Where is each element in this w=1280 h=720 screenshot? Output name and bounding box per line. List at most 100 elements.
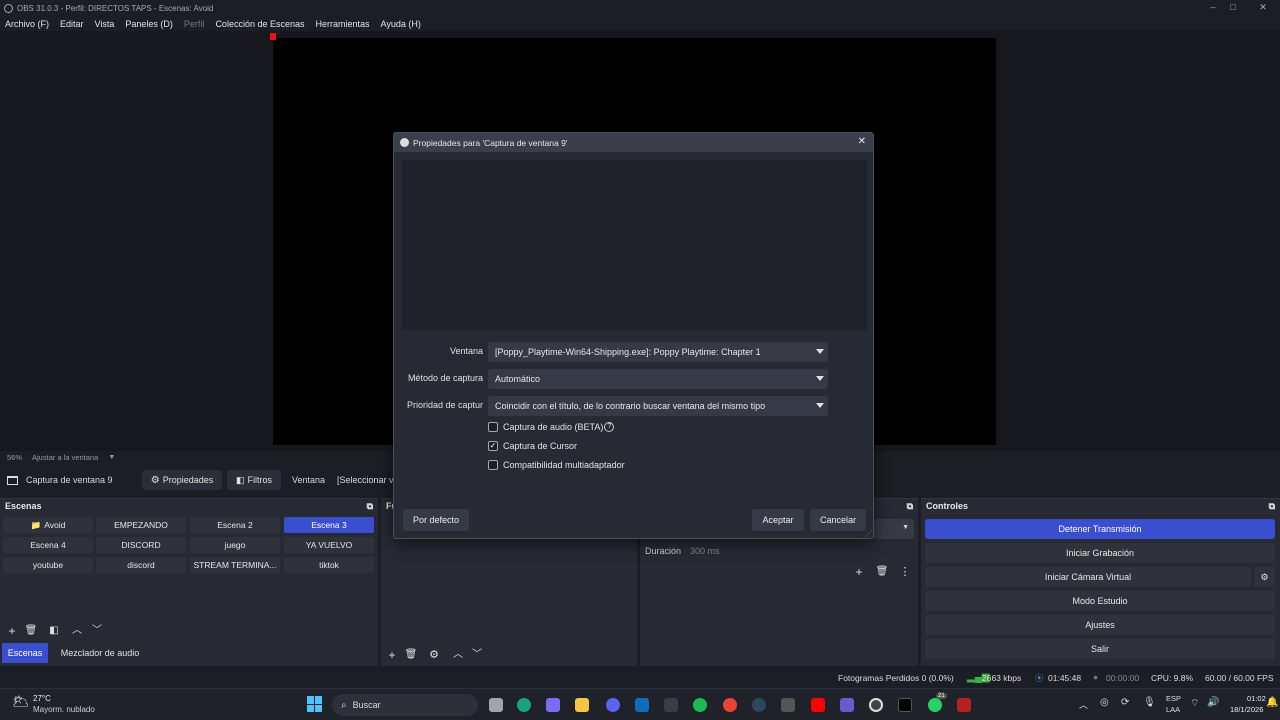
undock-icon[interactable]: ⧉	[1269, 501, 1275, 512]
multiadapter-checkbox[interactable]: Compatibilidad multiadaptador	[488, 460, 625, 470]
language-layout[interactable]: LAA	[1166, 705, 1180, 714]
app-icon[interactable]	[781, 698, 795, 712]
bell-icon[interactable]: 🔔	[1266, 697, 1278, 708]
explorer-icon[interactable]	[575, 698, 589, 712]
add-icon[interactable]: +	[4, 623, 20, 639]
ok-button[interactable]: Aceptar	[752, 509, 804, 531]
windows-start-icon[interactable]	[307, 696, 323, 712]
obs-icon[interactable]	[869, 698, 883, 712]
outlook-icon[interactable]	[635, 698, 649, 712]
capture-method-select[interactable]: Automático	[488, 369, 828, 389]
virtual-camera-button[interactable]: Iniciar Cámara Virtual	[925, 567, 1251, 587]
scene-item[interactable]: Escena 4	[3, 537, 93, 553]
clock-time[interactable]: 01:02	[1247, 694, 1266, 703]
audio-capture-checkbox[interactable]: Captura de audio (BETA) ?	[488, 422, 615, 432]
gear-icon[interactable]: ⚙	[1254, 567, 1275, 587]
sync-icon[interactable]: ⟳	[1121, 697, 1129, 708]
scene-item[interactable]: DISCORD	[96, 537, 186, 553]
menu-coleccion[interactable]: Colección de Escenas	[215, 19, 304, 29]
app-tray-icon[interactable]: ◎	[1100, 697, 1109, 708]
resize-grip-icon[interactable]: ⋰	[865, 530, 872, 538]
defaults-button[interactable]: Por defecto	[403, 509, 469, 531]
menu-paneles[interactable]: Paneles (D)	[125, 19, 173, 29]
filters-button[interactable]: ◧ Filtros	[227, 470, 281, 490]
exit-button[interactable]: Salir	[925, 639, 1275, 659]
menu-perfil[interactable]: Perfil	[184, 19, 205, 29]
language-code[interactable]: ESP	[1166, 694, 1181, 703]
window-select[interactable]: [Poppy_Playtime-Win64-Shipping.exe]: Pop…	[488, 342, 828, 362]
transition-select[interactable]: ▼	[874, 519, 914, 539]
cancel-button[interactable]: Cancelar	[810, 509, 866, 531]
scene-item[interactable]: STREAM TERMINA...	[190, 557, 280, 573]
zoom-mode[interactable]: Ajustar a la ventana	[32, 453, 98, 462]
edge-icon[interactable]	[517, 698, 531, 712]
spotify-icon[interactable]	[693, 698, 707, 712]
settings-button[interactable]: Ajustes	[925, 615, 1275, 635]
checkmark-icon[interactable]: ✓	[488, 441, 498, 451]
scene-item[interactable]: tiktok	[284, 557, 374, 573]
menu-vista[interactable]: Vista	[95, 19, 115, 29]
scene-item[interactable]: EMPEZANDO	[96, 517, 186, 533]
priority-select[interactable]: Coincidir con el título, de lo contrario…	[488, 396, 828, 416]
discord-icon[interactable]	[606, 698, 620, 712]
menu-ayuda[interactable]: Ayuda (H)	[381, 19, 421, 29]
menu-editar[interactable]: Editar	[60, 19, 84, 29]
undock-icon[interactable]: ⧉	[907, 501, 913, 512]
filter-icon[interactable]: ◧	[46, 623, 62, 639]
chevron-up-icon[interactable]: ︿	[69, 623, 85, 639]
volume-icon[interactable]: 🔊	[1207, 697, 1219, 708]
chevron-down-icon[interactable]: ﹀	[469, 647, 485, 663]
checkbox-box[interactable]	[488, 422, 498, 432]
chrome-icon[interactable]	[723, 698, 737, 712]
network-icon[interactable]: ⌔	[1190, 697, 1199, 710]
store-icon[interactable]	[664, 698, 678, 712]
microphone-icon[interactable]: 🎙	[1143, 697, 1156, 708]
steam-icon[interactable]	[752, 698, 766, 712]
trash-icon[interactable]: 🗑	[874, 564, 890, 580]
start-recording-button[interactable]: Iniciar Grabación	[925, 543, 1275, 563]
copilot-icon[interactable]	[546, 698, 560, 712]
whatsapp-icon[interactable]	[928, 698, 942, 712]
clock-date[interactable]: 18/1/2026	[1230, 705, 1263, 714]
tab-scenes[interactable]: Escenas	[2, 643, 48, 663]
window-select[interactable]: [Seleccionar ve	[337, 475, 399, 485]
chevron-down-icon[interactable]: ▼	[108, 454, 115, 461]
maximize-button[interactable]: □	[1216, 0, 1250, 16]
app-icon[interactable]	[840, 698, 854, 712]
trash-icon[interactable]: 🗑	[23, 623, 39, 639]
chevron-up-icon[interactable]: ︿	[1079, 698, 1088, 711]
close-window-button[interactable]: ✕	[1246, 0, 1280, 16]
chevron-down-icon[interactable]: ﹀	[89, 623, 105, 639]
studio-mode-button[interactable]: Modo Estudio	[925, 591, 1275, 611]
cursor-capture-checkbox[interactable]: ✓ Captura de Cursor	[488, 441, 577, 451]
menu-archivo[interactable]: Archivo (F)	[5, 19, 49, 29]
duration-input[interactable]: 300 ms	[686, 542, 914, 560]
properties-button[interactable]: ⚙ Propiedades	[142, 470, 222, 490]
undock-icon[interactable]: ⧉	[367, 501, 373, 512]
app-icon[interactable]	[957, 698, 971, 712]
taskbar-search[interactable]: ⌕ Buscar	[332, 694, 478, 716]
tab-audio-mixer[interactable]: Mezclador de audio	[54, 643, 146, 663]
chevron-up-icon[interactable]: ︿	[450, 647, 466, 663]
add-icon[interactable]: +	[384, 647, 400, 663]
stop-stream-button[interactable]: Detener Transmisión	[925, 519, 1275, 539]
help-icon[interactable]: ?	[604, 422, 615, 432]
scene-item-selected[interactable]: Escena 3	[284, 517, 374, 533]
scene-item[interactable]: 📁 Avoid	[3, 517, 93, 533]
gear-icon[interactable]: ⚙	[426, 647, 442, 663]
youtube-icon[interactable]	[811, 698, 825, 712]
trash-icon[interactable]: 🗑	[403, 647, 419, 663]
close-icon[interactable]: ✕	[858, 136, 866, 147]
scene-item[interactable]: Escena 2	[190, 517, 280, 533]
add-icon[interactable]: +	[851, 564, 867, 580]
checkbox-box[interactable]	[488, 460, 498, 470]
more-icon[interactable]: ⋮	[897, 564, 913, 580]
scene-item[interactable]: juego	[190, 537, 280, 553]
source-handle[interactable]	[270, 33, 276, 40]
task-view-icon[interactable]	[489, 698, 503, 712]
menu-herramientas[interactable]: Herramientas	[316, 19, 370, 29]
tiktok-icon[interactable]	[898, 698, 912, 712]
scene-item[interactable]: youtube	[3, 557, 93, 573]
scene-item[interactable]: YA VUELVO	[284, 537, 374, 553]
scene-item[interactable]: discord	[96, 557, 186, 573]
